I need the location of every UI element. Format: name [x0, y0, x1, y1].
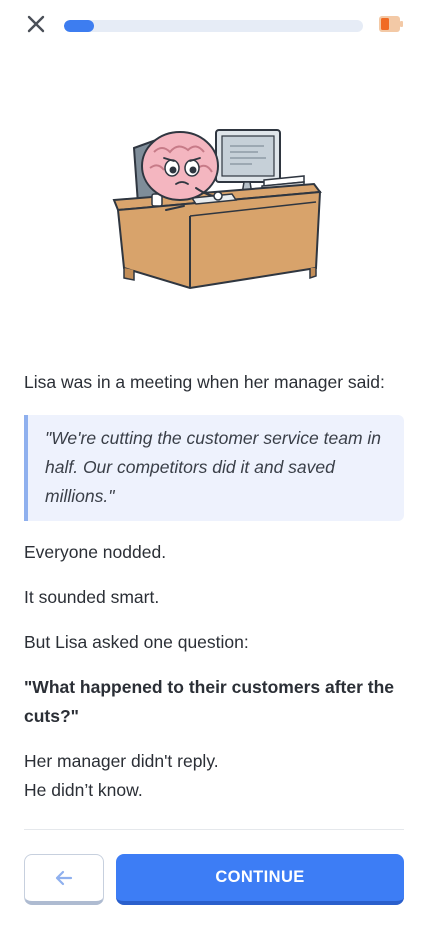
battery-icon — [378, 14, 404, 34]
continue-label: CONTINUE — [215, 868, 305, 886]
intro-text: Lisa was in a meeting when her manager s… — [24, 372, 385, 392]
story-content: Lisa was in a meeting when her manager s… — [24, 366, 404, 805]
top-bar — [0, 0, 428, 50]
question-bold-text: "What happened to their customers after … — [24, 677, 395, 726]
close-button[interactable] — [22, 10, 50, 38]
reply-line-1: Her manager didn't reply. — [24, 751, 219, 771]
quote-block: "We're cutting the customer service team… — [24, 415, 404, 521]
progress-fill — [64, 20, 94, 32]
continue-button[interactable]: CONTINUE — [116, 854, 404, 905]
paragraph-nodded: Everyone nodded. — [24, 542, 167, 562]
paragraph-question: But Lisa asked one question: — [24, 632, 249, 652]
progress-bar — [64, 20, 363, 32]
brain-at-desk-illustration — [104, 118, 330, 296]
quote-text: "We're cutting the customer service team… — [45, 428, 382, 506]
close-icon — [27, 15, 45, 33]
paragraph-reply: Her manager didn't reply. He didn’t know… — [24, 747, 404, 805]
back-button[interactable] — [24, 854, 104, 905]
arrow-left-icon — [55, 870, 73, 886]
paragraph-smart: It sounded smart. — [24, 587, 160, 607]
reply-line-2: He didn’t know. — [24, 780, 143, 800]
footer-divider — [24, 829, 404, 830]
